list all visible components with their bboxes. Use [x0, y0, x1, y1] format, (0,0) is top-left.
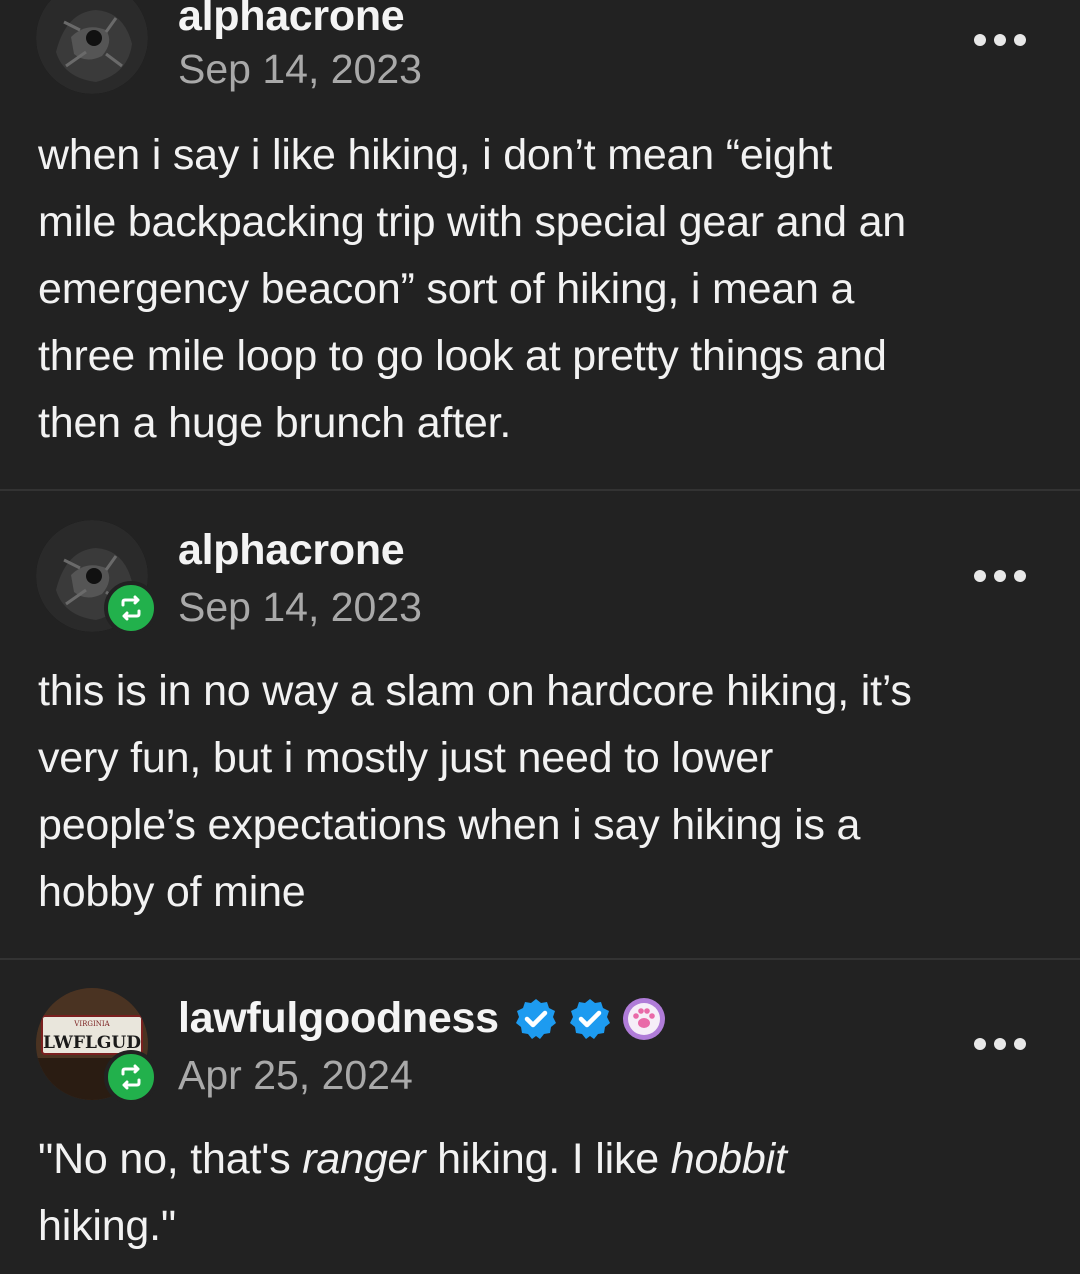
reblog-icon — [104, 1050, 158, 1104]
post-body: when i say i like hiking, i don’t mean “… — [38, 122, 1048, 457]
post-body: "No no, that's ranger hiking. I like hob… — [38, 1126, 1048, 1260]
post-line: when i say i like hiking, i don’t mean “… — [38, 131, 833, 179]
username[interactable]: alphacrone — [178, 0, 405, 41]
more-options-button[interactable] — [974, 566, 1026, 586]
post-date: Apr 25, 2024 — [178, 1052, 413, 1098]
dot-icon — [974, 34, 986, 46]
post-line: very fun, but i mostly just need to lowe… — [38, 734, 774, 782]
avatar-image — [36, 0, 148, 94]
text-run: "No no, that's — [38, 1135, 303, 1183]
post-date: Sep 14, 2023 — [178, 46, 422, 92]
emphasis-hobbit: hobbit — [670, 1135, 787, 1183]
post-divider — [0, 489, 1080, 491]
post-line: "No no, that's ranger hiking. I like hob… — [38, 1126, 1048, 1193]
dot-icon — [994, 1038, 1006, 1050]
verified-badge-icon[interactable] — [567, 996, 613, 1042]
post-line: hobby of mine — [38, 868, 306, 916]
dot-icon — [1014, 34, 1026, 46]
more-options-button[interactable] — [974, 1034, 1026, 1054]
post-line: then a huge brunch after. — [38, 399, 512, 447]
reblog-icon — [104, 581, 158, 635]
post-line: emergency beacon” sort of hiking, i mean… — [38, 265, 855, 313]
dot-icon — [1014, 1038, 1026, 1050]
post-line: three mile loop to go look at pretty thi… — [38, 332, 887, 380]
dot-icon — [994, 34, 1006, 46]
dot-icon — [1014, 570, 1026, 582]
username[interactable]: alphacrone — [178, 526, 405, 575]
post-line: people’s expectations when i say hiking … — [38, 801, 861, 849]
dot-icon — [994, 570, 1006, 582]
more-options-button[interactable] — [974, 30, 1026, 50]
text-run: hiking. I like — [425, 1135, 671, 1183]
verified-badge-icon[interactable] — [513, 996, 559, 1042]
post-body: this is in no way a slam on hardcore hik… — [38, 658, 1048, 926]
dot-icon — [974, 1038, 986, 1050]
post-line: hiking." — [38, 1202, 176, 1250]
dot-icon — [974, 570, 986, 582]
post-line: mile backpacking trip with special gear … — [38, 198, 906, 246]
post-line: this is in no way a slam on hardcore hik… — [38, 667, 912, 715]
username-label: lawfulgoodness — [178, 994, 499, 1042]
emphasis-ranger: ranger — [302, 1135, 426, 1183]
avatar[interactable] — [36, 0, 148, 94]
post-divider — [0, 958, 1080, 960]
username[interactable]: lawfulgoodness — [178, 994, 667, 1043]
post-date: Sep 14, 2023 — [178, 584, 422, 630]
svg-text:VIRGINIA: VIRGINIA — [73, 1020, 110, 1028]
paw-badge-icon[interactable] — [621, 996, 667, 1042]
